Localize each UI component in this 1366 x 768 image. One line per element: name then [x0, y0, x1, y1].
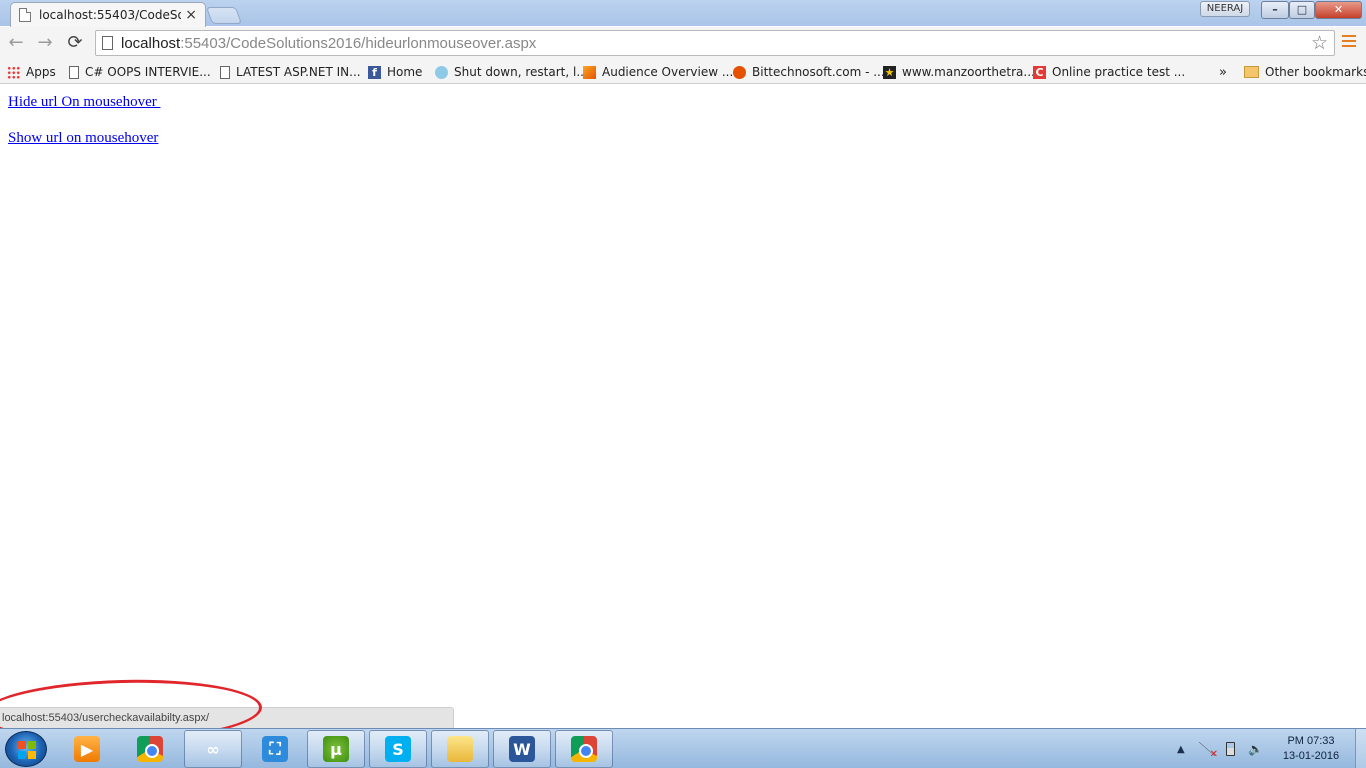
- bookmark-item[interactable]: Bittechnosoft.com - ...: [733, 63, 885, 81]
- bookmark-item[interactable]: f Home: [368, 63, 422, 81]
- bookmark-label: C# OOPS INTERVIE...: [85, 65, 211, 79]
- media-player-icon: ▶: [74, 736, 100, 762]
- bookmark-label: Audience Overview ...: [602, 65, 734, 79]
- visual-studio-icon: ∞: [206, 739, 220, 759]
- chrome-menu-icon[interactable]: [1342, 35, 1356, 49]
- bookmark-item[interactable]: C# OOPS INTERVIE...: [69, 63, 211, 81]
- bookmark-label: Other bookmarks: [1265, 65, 1366, 79]
- bookmarks-bar: Apps C# OOPS INTERVIE... LATEST ASP.NET …: [0, 59, 1366, 84]
- browser-tab[interactable]: localhost:55403/CodeSolu ×: [10, 2, 206, 27]
- show-desktop-button[interactable]: [1355, 729, 1366, 768]
- bookmark-label: Home: [387, 65, 423, 79]
- bookmark-item[interactable]: ★ www.manzoorthetra...: [883, 63, 1035, 81]
- chrome-icon: [571, 736, 597, 762]
- word-icon: W: [509, 736, 535, 762]
- bookmark-item[interactable]: Audience Overview ...: [583, 63, 733, 81]
- taskbar-skype[interactable]: S: [369, 730, 427, 768]
- taskbar-visual-studio[interactable]: ∞: [184, 730, 242, 768]
- bookmark-item[interactable]: LATEST ASP.NET IN...: [220, 63, 361, 81]
- minimize-button[interactable]: –: [1261, 1, 1289, 19]
- facebook-icon: f: [368, 65, 381, 79]
- close-icon: ✕: [1333, 3, 1344, 16]
- page-icon: [102, 36, 113, 50]
- utorrent-icon: µ: [323, 736, 349, 762]
- bookmark-label: LATEST ASP.NET IN...: [236, 65, 361, 79]
- bookmark-label: www.manzoorthetra...: [902, 65, 1035, 79]
- page-content: Hide url On mousehover Show url on mouse…: [0, 85, 1366, 728]
- bookmark-label: Online practice test ...: [1052, 65, 1186, 79]
- bookmark-label: Shut down, restart, l...: [454, 65, 588, 79]
- page-icon: [69, 65, 79, 79]
- folder-icon: [1244, 66, 1259, 78]
- new-tab-button[interactable]: [205, 7, 243, 24]
- taskbar-media-player[interactable]: ▶: [58, 730, 116, 768]
- address-bar[interactable]: localhost:55403/CodeSolutions2016/hideur…: [95, 30, 1335, 56]
- browser-toolbar: ← → ⟳ localhost:55403/CodeSolutions2016/…: [0, 27, 1366, 59]
- profile-button[interactable]: NEERAJ: [1200, 1, 1250, 17]
- volume-muted-icon[interactable]: [1248, 742, 1264, 756]
- taskbar: ▶ ∞ ⛶ µ S W ▲ PM 07:33 13-01-2016: [0, 728, 1366, 768]
- taskbar-chrome-pinned[interactable]: [121, 730, 179, 768]
- minimize-icon: –: [1272, 3, 1278, 16]
- clock-date: 13-01-2016: [1282, 750, 1340, 762]
- clock-time: PM 07:33: [1287, 735, 1335, 747]
- system-clock[interactable]: PM 07:33 13-01-2016: [1272, 734, 1350, 764]
- other-bookmarks-button[interactable]: Other bookmarks: [1244, 63, 1366, 81]
- taskbar-word[interactable]: W: [493, 730, 551, 768]
- forward-button[interactable]: →: [34, 32, 56, 54]
- show-url-link[interactable]: Show url on mousehover: [8, 130, 158, 147]
- bookmark-item[interactable]: C Online practice test ...: [1033, 63, 1185, 81]
- bookmarks-overflow-button[interactable]: »: [1219, 63, 1227, 81]
- page-icon: [220, 65, 230, 79]
- taskbar-snipping-tool[interactable]: ⛶: [246, 730, 304, 768]
- c-logo-icon: C: [1033, 65, 1046, 79]
- browser-titlebar: localhost:55403/CodeSolu × NEERAJ – □ ✕: [0, 0, 1366, 27]
- bookmark-item[interactable]: Shut down, restart, l...: [435, 63, 588, 81]
- folder-icon: [447, 736, 473, 762]
- back-button[interactable]: ←: [5, 32, 27, 54]
- bookmark-apps[interactable]: Apps: [7, 63, 56, 81]
- maximize-button[interactable]: □: [1289, 1, 1315, 19]
- tray-overflow-icon[interactable]: ▲: [1177, 729, 1185, 768]
- windows-logo-icon: [18, 741, 36, 759]
- page-icon: [19, 8, 31, 22]
- bookmark-star-icon[interactable]: ☆: [1311, 32, 1328, 54]
- taskbar-utorrent[interactable]: µ: [307, 730, 365, 768]
- close-window-button[interactable]: ✕: [1315, 1, 1362, 19]
- apps-grid-icon: [7, 65, 20, 79]
- maximize-icon: □: [1296, 3, 1308, 16]
- battery-icon[interactable]: [1226, 742, 1235, 756]
- pinwheel-icon: [435, 65, 448, 79]
- skype-icon: S: [385, 736, 411, 762]
- taskbar-chrome-active[interactable]: [555, 730, 613, 768]
- chrome-icon: [137, 736, 163, 762]
- start-button[interactable]: [5, 731, 47, 767]
- snipping-tool-icon: ⛶: [262, 736, 288, 762]
- tab-close-icon[interactable]: ×: [185, 7, 197, 23]
- address-path: :55403/CodeSolutions2016/hideurlonmouseo…: [180, 34, 537, 52]
- bookmark-label: Apps: [26, 65, 56, 79]
- address-host: localhost: [121, 34, 181, 52]
- analytics-icon: [583, 65, 596, 79]
- hide-url-link[interactable]: Hide url On mousehover: [8, 94, 160, 111]
- bittechnosoft-icon: [733, 65, 746, 79]
- taskbar-explorer[interactable]: [431, 730, 489, 768]
- tab-title: localhost:55403/CodeSolu: [39, 8, 182, 22]
- network-icon[interactable]: [1199, 742, 1218, 760]
- bookmark-label: Bittechnosoft.com - ...: [752, 65, 885, 79]
- star-badge-icon: ★: [883, 65, 896, 79]
- reload-button[interactable]: ⟳: [64, 32, 86, 54]
